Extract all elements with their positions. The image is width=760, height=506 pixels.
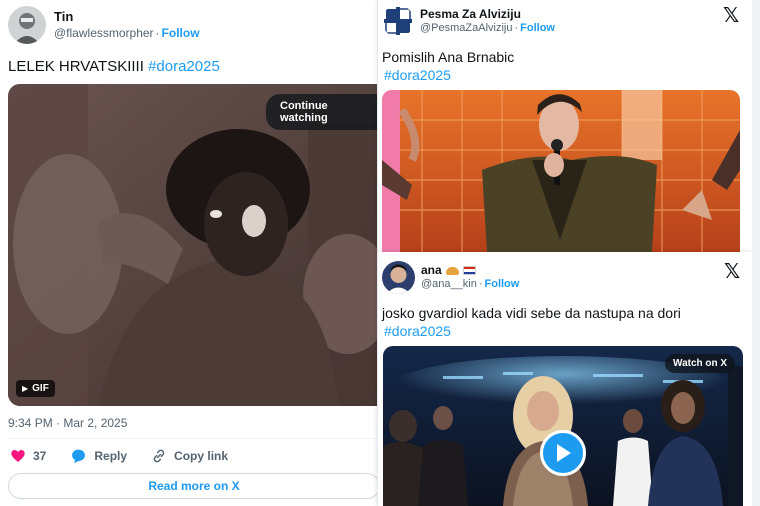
tweet-card-1: Tin @flawlessmorpher · Follow LELEK HRVATS…: [0, 0, 380, 506]
avatar[interactable]: [382, 261, 415, 294]
tweet-card-3: ana @ana__kin · Follow 𝕏 josko gvardiol ka…: [377, 252, 752, 506]
page-edge: [752, 0, 760, 506]
avatar[interactable]: [8, 6, 46, 44]
handle[interactable]: @ana__kin: [421, 278, 477, 290]
display-name-row: ana: [421, 263, 519, 278]
tweet-text-body: josko gvardiol kada vidi sebe da nastupa…: [382, 305, 681, 321]
action-bar: 37 Reply Copy link: [10, 448, 252, 464]
read-more-button[interactable]: Read more on X: [8, 473, 380, 499]
tweet-text: Pomislih Ana Brnabic #dora2025: [382, 48, 514, 84]
display-name[interactable]: Tin: [54, 9, 200, 25]
divider: [8, 438, 380, 439]
x-logo-icon[interactable]: 𝕏: [724, 259, 740, 283]
x-logo-icon[interactable]: 𝕏: [723, 3, 739, 27]
play-button[interactable]: [540, 430, 586, 476]
tweet-card-2: Pesma Za Alviziju @PesmaZaAlviziju · Follo…: [377, 0, 752, 252]
like-button[interactable]: 37: [10, 448, 46, 464]
croissant-emoji-icon: [445, 266, 459, 275]
watch-on-x-button[interactable]: Watch on X: [665, 354, 736, 373]
tweet-text-body: Pomislih Ana Brnabic: [382, 49, 515, 65]
tweet-text: josko gvardiol kada vidi sebe da nastupa…: [382, 304, 681, 340]
handle[interactable]: @flawlessmorpher: [54, 26, 154, 40]
reply-bubble-icon: [72, 449, 86, 464]
tweet-text-body: LELEK HRVATSKIIII: [8, 58, 144, 75]
tweet-header: ana @ana__kin · Follow: [382, 261, 519, 294]
tweet-header: Pesma Za Alviziju @PesmaZaAlviziju · Follo…: [382, 5, 555, 37]
display-name[interactable]: ana: [421, 263, 442, 278]
tweet-header: Tin @flawlessmorpher · Follow: [8, 6, 200, 44]
image-media[interactable]: [382, 90, 740, 252]
link-icon: [153, 449, 165, 463]
timestamp[interactable]: 9:34 PM · Mar 2, 2025: [8, 416, 127, 430]
video-media[interactable]: Watch on X: [383, 346, 743, 506]
like-count: 37: [33, 449, 47, 463]
gif-play-icon: ▶: [22, 384, 29, 393]
follow-button[interactable]: Follow: [162, 26, 200, 40]
gif-badge[interactable]: ▶ GIF: [16, 380, 55, 397]
gif-media[interactable]: Continue watching ▶ GIF: [8, 84, 380, 406]
tweet-text: LELEK HRVATSKIIII #dora2025: [8, 57, 220, 77]
handle[interactable]: @PesmaZaAlviziju: [420, 22, 512, 34]
display-name[interactable]: Pesma Za Alviziju: [420, 7, 555, 22]
reply-button[interactable]: Reply: [70, 448, 127, 464]
continue-watching-button[interactable]: Continue watching: [266, 94, 380, 130]
reply-label: Reply: [94, 449, 128, 463]
avatar[interactable]: [382, 5, 414, 37]
copy-link-button[interactable]: Copy link: [151, 448, 228, 464]
hashtag-link[interactable]: #dora2025: [148, 58, 220, 75]
copy-link-label: Copy link: [174, 449, 229, 463]
play-icon: [557, 444, 571, 462]
croatia-flag-icon: [462, 266, 476, 276]
heart-icon: [11, 450, 25, 462]
gif-label: GIF: [32, 383, 49, 394]
hashtag-link[interactable]: #dora2025: [384, 66, 514, 84]
hashtag-link[interactable]: #dora2025: [384, 322, 681, 340]
follow-button[interactable]: Follow: [485, 278, 520, 290]
follow-button[interactable]: Follow: [520, 22, 555, 34]
